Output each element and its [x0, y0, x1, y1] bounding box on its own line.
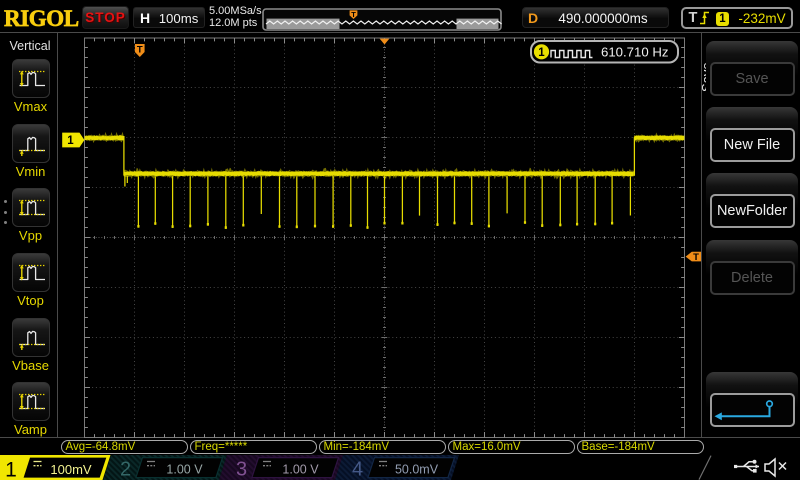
svg-text:1: 1	[5, 459, 17, 480]
svg-text:100mV: 100mV	[50, 462, 92, 477]
svg-text:50.0mV: 50.0mV	[395, 463, 439, 477]
svg-text:1.00 V: 1.00 V	[166, 463, 203, 477]
svg-text:1.00 V: 1.00 V	[282, 463, 319, 477]
svg-text:3: 3	[236, 459, 247, 480]
svg-text:1: 1	[538, 47, 545, 59]
svg-text:T: T	[137, 45, 143, 56]
svg-text:1: 1	[67, 135, 74, 147]
svg-text:610.710 Hz: 610.710 Hz	[601, 44, 668, 59]
svg-text:T: T	[693, 252, 699, 263]
svg-text:2: 2	[120, 459, 131, 480]
svg-text:4: 4	[352, 459, 363, 480]
